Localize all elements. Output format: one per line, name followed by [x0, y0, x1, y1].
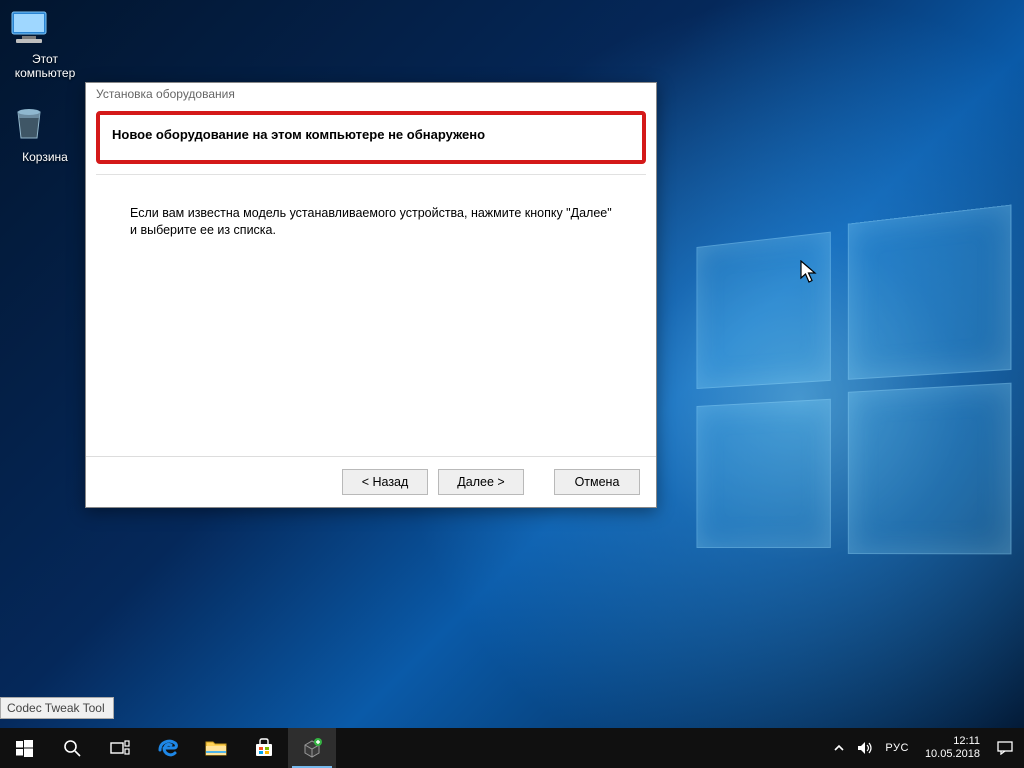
codec-tweak-tool-button[interactable]: [288, 728, 336, 768]
windows-start-icon: [16, 740, 33, 757]
windows-logo-backdrop: [696, 211, 1011, 561]
desktop-icon-label: Корзина: [6, 150, 84, 164]
back-button[interactable]: < Назад: [342, 469, 428, 495]
wizard-footer: < Назад Далее > Отмена: [86, 456, 656, 507]
wizard-title: Установка оборудования: [86, 83, 656, 107]
action-center-button[interactable]: [996, 728, 1014, 768]
tray-clock[interactable]: 12:11 10.05.2018: [921, 735, 984, 761]
tray-time: 12:11: [925, 735, 980, 748]
search-icon: [63, 739, 81, 757]
wizard-headline-text: Новое оборудование на этом компьютере не…: [112, 127, 630, 142]
file-explorer-button[interactable]: [192, 728, 240, 768]
taskbar-tooltip: Codec Tweak Tool: [0, 697, 114, 719]
wizard-headline-highlight: Новое оборудование на этом компьютере не…: [96, 111, 646, 164]
task-view-icon: [110, 740, 130, 756]
tray-date: 10.05.2018: [925, 748, 980, 761]
store-button[interactable]: [240, 728, 288, 768]
edge-icon: [157, 737, 179, 759]
desktop[interactable]: Этот компьютер Корзина Установка оборудо…: [0, 0, 1024, 768]
volume-icon[interactable]: [857, 741, 873, 755]
input-language[interactable]: РУС: [885, 742, 909, 754]
hardware-wizard-window: Установка оборудования Новое оборудовани…: [85, 82, 657, 508]
cancel-button[interactable]: Отмена: [554, 469, 640, 495]
folder-icon: [205, 739, 227, 757]
edge-button[interactable]: [144, 728, 192, 768]
box-plus-icon: [301, 737, 323, 759]
desktop-icon-this-pc[interactable]: Этот компьютер: [6, 8, 84, 80]
taskbar: РУС 12:11 10.05.2018: [0, 728, 1024, 768]
recycle-bin-icon: [6, 100, 52, 146]
next-button[interactable]: Далее >: [438, 469, 524, 495]
wizard-header: Новое оборудование на этом компьютере не…: [96, 111, 646, 170]
desktop-icon-label: Этот компьютер: [6, 52, 84, 80]
tray-chevron-up-icon[interactable]: [833, 742, 845, 754]
system-tray: РУС 12:11 10.05.2018: [827, 728, 1024, 768]
mouse-cursor-icon: [800, 260, 818, 284]
this-pc-icon: [6, 8, 52, 48]
desktop-icon-recycle-bin[interactable]: Корзина: [6, 100, 84, 164]
task-view-button[interactable]: [96, 728, 144, 768]
search-button[interactable]: [48, 728, 96, 768]
store-icon: [254, 738, 274, 758]
wizard-body-text: Если вам известна модель устанавливаемог…: [86, 175, 656, 456]
start-button[interactable]: [0, 728, 48, 768]
action-center-icon: [997, 741, 1013, 755]
